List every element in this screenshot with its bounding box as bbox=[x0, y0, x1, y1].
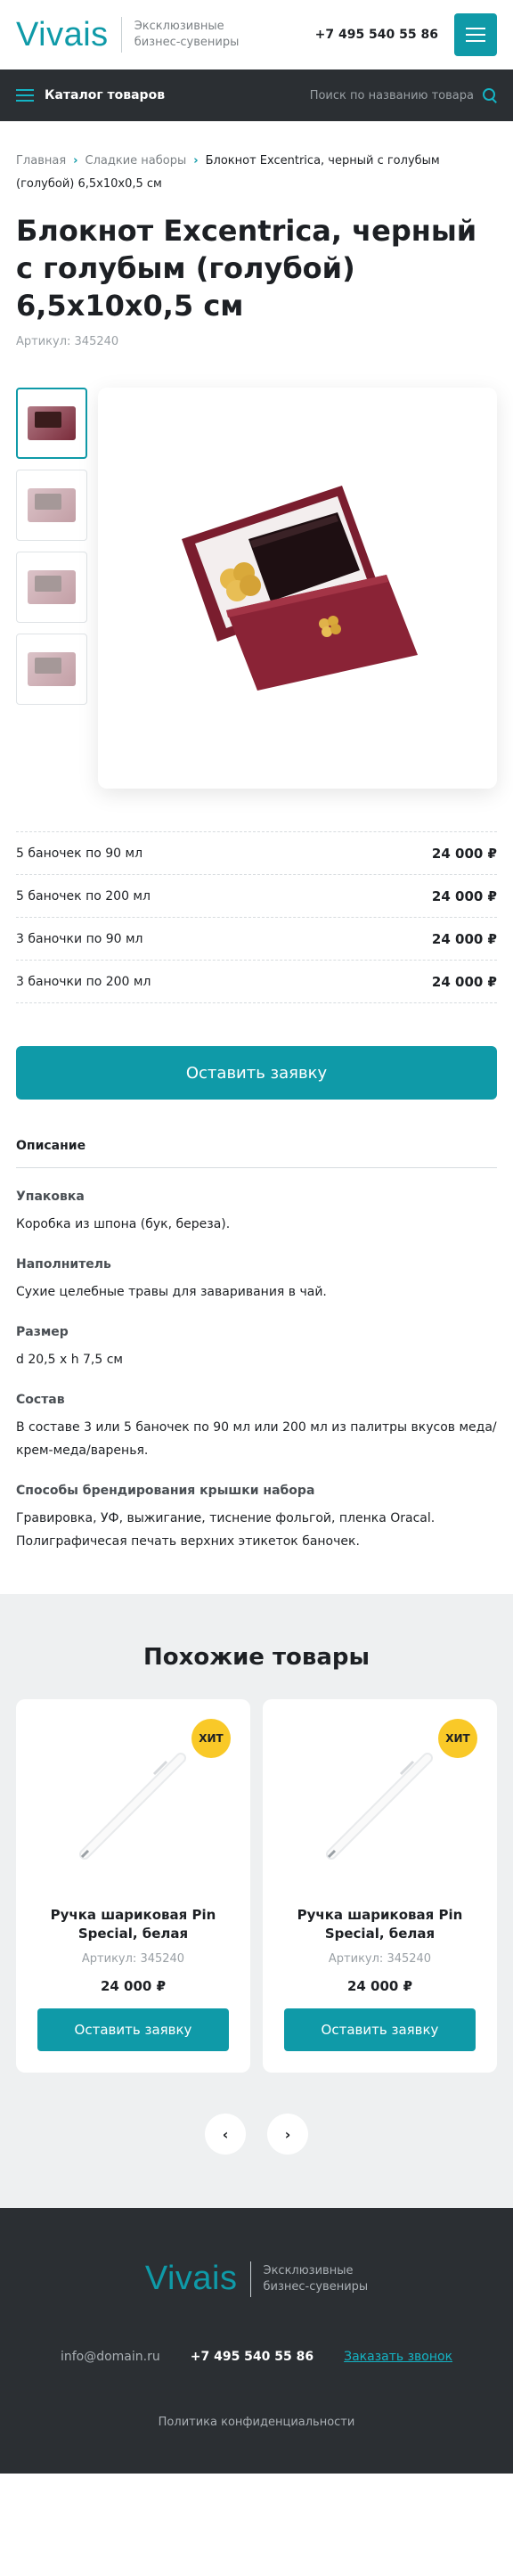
breadcrumb-current: Блокнот Excentrica, черный с голубым (го… bbox=[16, 154, 440, 191]
card-order-button[interactable]: Оставить заявку bbox=[284, 2008, 476, 2051]
tagline: Эксклюзивные бизнес-сувениры bbox=[134, 19, 240, 51]
price-option-label: 3 баночки по 90 мл bbox=[16, 931, 143, 946]
card-price: 24 000 ₽ bbox=[346, 1978, 413, 1994]
property-label: Упаковка bbox=[16, 1190, 85, 1204]
hit-badge: ХИТ bbox=[438, 1719, 477, 1758]
footer-phone[interactable]: +7 495 540 55 86 bbox=[191, 2350, 314, 2364]
card-price: 24 000 ₽ bbox=[100, 1978, 167, 1994]
product-sku: Артикул: 345240 bbox=[16, 335, 119, 348]
property-value: Сухие целебные травы для заваривания в ч… bbox=[16, 1285, 327, 1299]
footer-tagline: Эксклюзивные бизнес-сувениры bbox=[264, 2263, 369, 2295]
product-card[interactable]: ХИТ Ручка шариковая Pin Special, белая А… bbox=[263, 1699, 497, 2073]
search-input[interactable]: Поиск по названию товара bbox=[310, 89, 474, 102]
breadcrumb-home[interactable]: Главная bbox=[16, 154, 66, 168]
menu-icon-line bbox=[466, 28, 485, 29]
logo[interactable]: Vivais bbox=[16, 16, 109, 54]
gift-box-image bbox=[182, 486, 418, 691]
price-table: 5 баночек по 90 мл 24 000 ₽ 5 баночек по… bbox=[16, 831, 497, 1003]
order-button[interactable]: Оставить заявку bbox=[16, 1046, 497, 1100]
thumbnail-4[interactable] bbox=[16, 634, 87, 705]
similar-products: Похожие товары ХИТ Ручка шариковая Pin S… bbox=[0, 1594, 513, 2208]
page-title: Блокнот Excentrica, черный с голубым (го… bbox=[16, 214, 477, 323]
privacy-policy-link[interactable]: Политика конфиденциальности bbox=[16, 2416, 497, 2429]
catalog-menu-icon[interactable] bbox=[16, 89, 34, 102]
product-cards: ХИТ Ручка шариковая Pin Special, белая А… bbox=[16, 1699, 497, 2073]
logo-divider bbox=[120, 17, 122, 53]
property-value: d 20,5 x h 7,5 см bbox=[16, 1353, 123, 1367]
similar-title: Похожие товары bbox=[142, 1644, 370, 1671]
footer-logo-block: Vivais Эксклюзивные бизнес-сувениры bbox=[16, 2260, 497, 2298]
breadcrumb-section[interactable]: Сладкие наборы bbox=[86, 154, 187, 168]
menu-icon-line bbox=[466, 40, 485, 42]
catalog-link[interactable]: Каталог товаров bbox=[45, 88, 165, 102]
description-section: Описание Упаковка Коробка из шпона (бук,… bbox=[0, 1100, 513, 1553]
property-label: Способы брендирования крышки набора bbox=[16, 1484, 315, 1498]
price-option-label: 5 баночек по 90 мл bbox=[16, 846, 143, 861]
price-value: 24 000 ₽ bbox=[431, 845, 497, 862]
property: Способы брендирования крышки набора Грав… bbox=[16, 1484, 497, 1553]
footer-contacts: info@domain.ru +7 495 540 55 86 Заказать… bbox=[16, 2350, 497, 2364]
product-gallery bbox=[0, 348, 513, 789]
card-order-button[interactable]: Оставить заявку bbox=[37, 2008, 229, 2051]
price-option-label: 5 баночек по 200 мл bbox=[16, 888, 151, 904]
footer-email[interactable]: info@domain.ru bbox=[61, 2350, 160, 2364]
tagline-line-1: Эксклюзивные bbox=[134, 20, 224, 33]
card-name[interactable]: Ручка шариковая Pin Special, белая bbox=[37, 1906, 229, 1943]
price-row: 5 баночек по 90 мл 24 000 ₽ bbox=[16, 832, 497, 875]
description-title: Описание bbox=[16, 1139, 497, 1168]
footer-logo[interactable]: Vivais bbox=[145, 2260, 238, 2298]
chevron-left-icon[interactable]: ‹ bbox=[205, 2114, 246, 2155]
chevron-right-icon[interactable]: › bbox=[267, 2114, 308, 2155]
chevron-right-icon: › bbox=[193, 154, 199, 168]
product-main-image[interactable] bbox=[98, 388, 497, 789]
property-value: Гравировка, УФ, выжигание, тиснение фоль… bbox=[16, 1511, 436, 1549]
tagline-line-2: бизнес-сувениры bbox=[134, 36, 240, 49]
price-value: 24 000 ₽ bbox=[431, 887, 497, 904]
property: Наполнитель Сухие целебные травы для зав… bbox=[16, 1257, 497, 1304]
property-label: Наполнитель bbox=[16, 1257, 111, 1272]
price-row: 3 баночки по 200 мл 24 000 ₽ bbox=[16, 961, 497, 1003]
price-value: 24 000 ₽ bbox=[431, 930, 497, 947]
hit-badge: ХИТ bbox=[191, 1719, 231, 1758]
property-value: В составе 3 или 5 баночек по 90 мл или 2… bbox=[16, 1420, 497, 1458]
price-value: 24 000 ₽ bbox=[431, 973, 497, 990]
callback-link[interactable]: Заказать звонок bbox=[344, 2350, 452, 2364]
thumbnail-2[interactable] bbox=[16, 470, 87, 541]
thumbnail-1[interactable] bbox=[16, 388, 87, 459]
menu-button[interactable] bbox=[454, 13, 497, 56]
property-value: Коробка из шпона (бук, береза). bbox=[16, 1217, 231, 1231]
search-field[interactable]: Поиск по названию товара bbox=[310, 88, 497, 102]
thumbnail-list bbox=[16, 388, 87, 789]
logo-divider bbox=[249, 2261, 251, 2297]
tagline-line-1: Эксклюзивные bbox=[263, 2263, 354, 2278]
site-footer: Vivais Эксклюзивные бизнес-сувениры info… bbox=[0, 2208, 513, 2474]
property-label: Состав bbox=[16, 1393, 65, 1407]
card-name[interactable]: Ручка шариковая Pin Special, белая bbox=[284, 1906, 476, 1943]
carousel-pager: ‹ › bbox=[16, 2114, 497, 2155]
property: Упаковка Коробка из шпона (бук, береза). bbox=[16, 1190, 497, 1236]
card-sku: Артикул: 345240 bbox=[81, 1952, 185, 1966]
price-row: 5 баночек по 200 мл 24 000 ₽ bbox=[16, 875, 497, 918]
site-header: Vivais Эксклюзивные бизнес-сувениры +7 4… bbox=[0, 0, 513, 70]
price-row: 3 баночки по 90 мл 24 000 ₽ bbox=[16, 918, 497, 961]
product-card[interactable]: ХИТ Ручка шариковая Pin Special, белая А… bbox=[16, 1699, 250, 2073]
catalog-bar: Каталог товаров Поиск по названию товара bbox=[0, 70, 513, 121]
property-label: Размер bbox=[16, 1325, 69, 1339]
property: Состав В составе 3 или 5 баночек по 90 м… bbox=[16, 1393, 497, 1462]
breadcrumb: Главная › Сладкие наборы › Блокнот Excentric… bbox=[0, 121, 513, 196]
pen-icon bbox=[325, 1753, 433, 1860]
header-phone[interactable]: +7 495 540 55 86 bbox=[315, 28, 438, 42]
tagline-line-2: бизнес-сувениры bbox=[263, 2279, 369, 2294]
menu-icon-line bbox=[466, 34, 485, 36]
thumbnail-3[interactable] bbox=[16, 552, 87, 623]
pen-icon bbox=[78, 1753, 186, 1860]
chevron-right-icon: › bbox=[73, 154, 78, 168]
property: Размер d 20,5 x h 7,5 см bbox=[16, 1325, 497, 1371]
card-sku: Артикул: 345240 bbox=[328, 1952, 432, 1966]
search-icon[interactable] bbox=[483, 88, 497, 102]
price-option-label: 3 баночки по 200 мл bbox=[16, 974, 151, 989]
